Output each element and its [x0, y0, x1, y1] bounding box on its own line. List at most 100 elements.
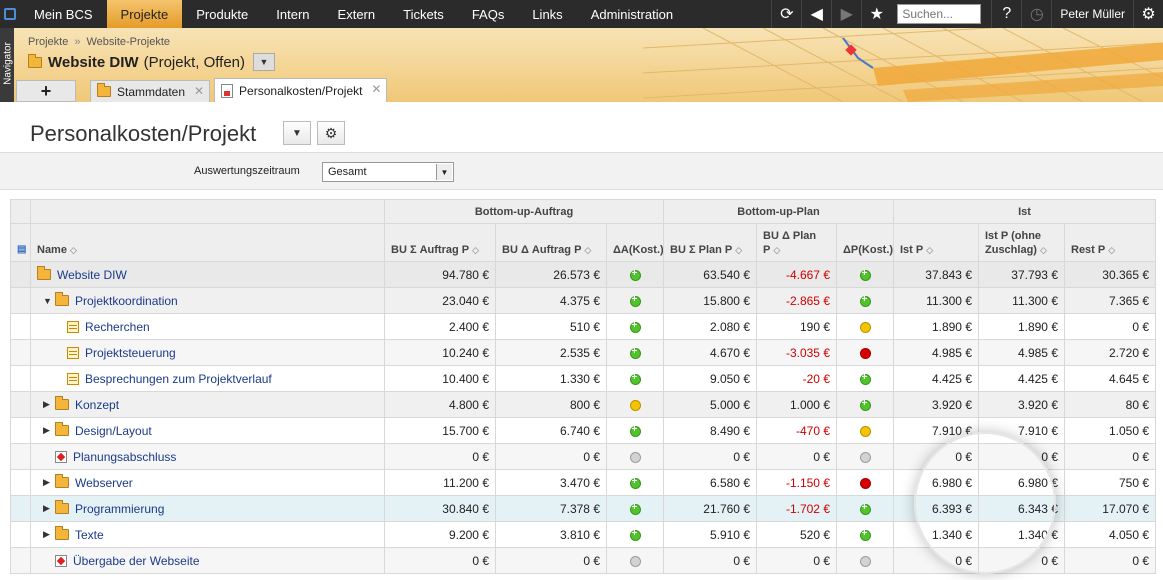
row-selector[interactable] — [10, 547, 31, 574]
nav-links[interactable]: Links — [518, 0, 576, 28]
table-row[interactable]: ▶ Design/Layout 15.700 €6.740 € 8.490 €-470… — [10, 417, 1157, 444]
name-cell[interactable]: ▶ Webserver — [30, 469, 385, 496]
row-selector[interactable] — [10, 469, 31, 496]
row-name-link[interactable]: Projektsteuerung — [85, 346, 176, 360]
rest-p-cell: 2.720 € — [1063, 339, 1157, 366]
header-bu-sum-auftrag[interactable]: BU Σ Auftrag P ◇ — [384, 223, 496, 262]
row-name-link[interactable]: Konzept — [75, 398, 119, 412]
name-cell[interactable]: Planungsabschluss — [30, 443, 385, 470]
nav-produkte[interactable]: Produkte — [182, 0, 262, 28]
table-row[interactable]: ▶ Webserver 11.200 €3.470 € 6.580 €-1.150 €… — [10, 469, 1157, 496]
row-selector[interactable] — [10, 365, 31, 392]
row-selector[interactable] — [10, 313, 31, 340]
expand-caret-icon[interactable]: ▶ — [43, 399, 55, 410]
header-delta-p-kost[interactable]: ΔP(Kost.) — [836, 223, 894, 262]
header-ist-p-ohne-zuschlag[interactable]: Ist P (ohne Zuschlag) ◇ — [978, 223, 1065, 262]
name-cell[interactable]: ▶ Texte — [30, 521, 385, 548]
name-cell[interactable]: ▶ Konzept — [30, 391, 385, 418]
expand-caret-icon[interactable]: ▶ — [43, 503, 55, 514]
tab-stammdaten[interactable]: Stammdaten ✕ — [90, 80, 211, 102]
table-row[interactable]: Übergabe der Webseite 0 €0 €0 €0 €0 €0 €0… — [10, 547, 1157, 574]
forward-arrow-icon[interactable]: ▶ — [831, 0, 861, 28]
table-row[interactable]: ▶ Konzept 4.800 €800 € 5.000 €1.000 € 3.920 … — [10, 391, 1157, 418]
table-row[interactable]: Projektsteuerung 10.240 €2.535 € 4.670 €-3… — [10, 339, 1157, 366]
row-selector[interactable] — [10, 339, 31, 366]
row-name-link[interactable]: Projektkoordination — [75, 294, 178, 308]
row-name-link[interactable]: Design/Layout — [75, 424, 152, 438]
nav-administration[interactable]: Administration — [577, 0, 687, 28]
nav-mein-bcs[interactable]: Mein BCS — [20, 0, 107, 28]
name-cell[interactable]: Website DIW — [30, 261, 385, 288]
header-name[interactable]: Name ◇ — [30, 223, 385, 262]
column-chooser-icon[interactable]: ▤ — [10, 223, 31, 262]
delta-a-indicator — [606, 261, 664, 288]
header-bu-sum-plan[interactable]: BU Σ Plan P ◇ — [663, 223, 757, 262]
name-cell[interactable]: Übergabe der Webseite — [30, 547, 385, 574]
table-row[interactable]: Website DIW 94.780 €26.573 € 63.540 €-4.66… — [10, 261, 1157, 288]
user-name[interactable]: Peter Müller — [1051, 0, 1133, 28]
row-selector[interactable] — [10, 495, 31, 522]
nav-tickets[interactable]: Tickets — [389, 0, 458, 28]
gear-icon[interactable]: ⚙ — [1133, 0, 1163, 28]
refresh-icon[interactable]: ⟳ — [771, 0, 801, 28]
collapse-caret-icon[interactable]: ▼ — [43, 296, 55, 306]
star-icon[interactable]: ★ — [861, 0, 891, 28]
nav-projekte[interactable]: Projekte — [106, 0, 183, 28]
header-ist-p[interactable]: Ist P ◇ — [893, 223, 979, 262]
table-row[interactable]: ▼ Projektkoordination 23.040 €4.375 € 15.80… — [10, 287, 1157, 314]
expand-caret-icon[interactable]: ▶ — [43, 477, 55, 488]
close-icon[interactable]: ✕ — [194, 84, 204, 98]
add-tab-button[interactable]: + — [16, 80, 76, 102]
name-cell[interactable]: ▼ Projektkoordination — [30, 287, 385, 314]
name-cell[interactable]: ▶ Programmierung — [30, 495, 385, 522]
back-arrow-icon[interactable]: ◀ — [801, 0, 831, 28]
view-menu-button[interactable]: ▼ — [283, 121, 311, 145]
header-rest-p[interactable]: Rest P ◇ — [1063, 223, 1157, 262]
row-selector[interactable] — [10, 261, 31, 288]
name-cell[interactable]: Besprechungen zum Projektverlauf — [30, 365, 385, 392]
name-cell[interactable]: ▶ Design/Layout — [30, 417, 385, 444]
search-input[interactable] — [897, 4, 982, 24]
row-name-link[interactable]: Besprechungen zum Projektverlauf — [85, 372, 272, 386]
row-selector[interactable] — [10, 521, 31, 548]
expand-caret-icon[interactable]: ▶ — [43, 425, 55, 436]
row-name-link[interactable]: Planungsabschluss — [73, 450, 176, 464]
app-logo-icon[interactable] — [0, 0, 20, 28]
expand-caret-icon[interactable]: ▶ — [43, 529, 55, 540]
header-delta-a-kost[interactable]: ΔA(Kost.) — [606, 223, 664, 262]
row-selector[interactable] — [10, 391, 31, 418]
row-selector[interactable] — [10, 443, 31, 470]
table-row[interactable]: ▶ Programmierung 30.840 €7.378 € 21.760 €-1… — [10, 495, 1157, 522]
row-name-link[interactable]: Programmierung — [75, 502, 164, 516]
settings-gear-icon[interactable]: ⚙ — [317, 121, 345, 145]
group-header-ist: Ist — [892, 199, 1157, 224]
row-name-link[interactable]: Recherchen — [85, 320, 150, 334]
row-selector[interactable] — [10, 287, 31, 314]
table-row[interactable]: ▶ Texte 9.200 €3.810 € 5.910 €520 € 1.340 €1… — [10, 521, 1157, 548]
tab-personalkosten[interactable]: Personalkosten/Projekt ✕ — [214, 78, 388, 102]
row-name-link[interactable]: Website DIW — [57, 268, 127, 282]
help-icon[interactable]: ? — [991, 0, 1021, 28]
task-icon — [67, 346, 79, 359]
nav-faqs[interactable]: FAQs — [458, 0, 519, 28]
project-menu-button[interactable]: ▼ — [253, 53, 276, 71]
header-bu-delta-plan[interactable]: BU Δ Plan P ◇ — [756, 223, 837, 262]
header-bu-delta-auftrag[interactable]: BU Δ Auftrag P ◇ — [495, 223, 607, 262]
close-icon[interactable]: ✕ — [371, 82, 381, 96]
table-row[interactable]: Besprechungen zum Projektverlauf 10.400 €… — [10, 365, 1157, 392]
breadcrumb-projekte[interactable]: Projekte — [28, 36, 68, 48]
name-cell[interactable]: Projektsteuerung — [30, 339, 385, 366]
name-cell[interactable]: Recherchen — [30, 313, 385, 340]
nav-extern[interactable]: Extern — [324, 0, 390, 28]
row-name-link[interactable]: Webserver — [75, 476, 133, 490]
row-selector[interactable] — [10, 417, 31, 444]
navigator-toggle[interactable]: Navigator — [0, 28, 14, 102]
nav-intern[interactable]: Intern — [262, 0, 323, 28]
period-select[interactable]: Gesamt ▼ — [322, 162, 454, 182]
breadcrumb-website-projekte[interactable]: Website-Projekte — [86, 36, 170, 48]
table-row[interactable]: Planungsabschluss 0 €0 €0 €0 €0 €0 €0 € — [10, 443, 1157, 470]
row-name-link[interactable]: Übergabe der Webseite — [73, 554, 200, 568]
row-name-link[interactable]: Texte — [75, 528, 104, 542]
stopwatch-icon[interactable]: ◷ — [1021, 0, 1051, 28]
table-row[interactable]: Recherchen 2.400 €510 € 2.080 €190 € 1.890 … — [10, 313, 1157, 340]
